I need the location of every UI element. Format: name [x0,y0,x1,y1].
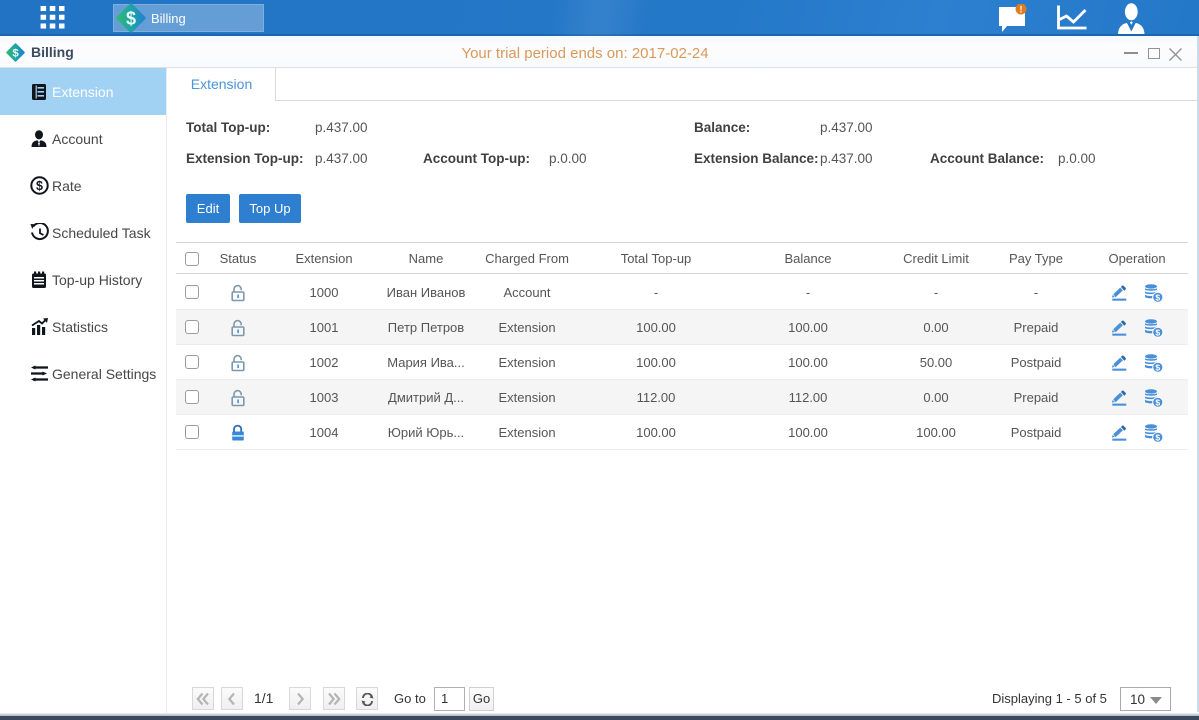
svg-text:!: ! [1020,5,1023,15]
svg-text:$: $ [1155,292,1160,302]
svg-text:$: $ [36,179,43,193]
svg-text:$: $ [1155,432,1160,442]
svg-text:$: $ [1155,327,1160,337]
svg-text:$: $ [1155,397,1160,407]
svg-text:$: $ [1155,362,1160,372]
svg-text:$: $ [126,9,136,29]
